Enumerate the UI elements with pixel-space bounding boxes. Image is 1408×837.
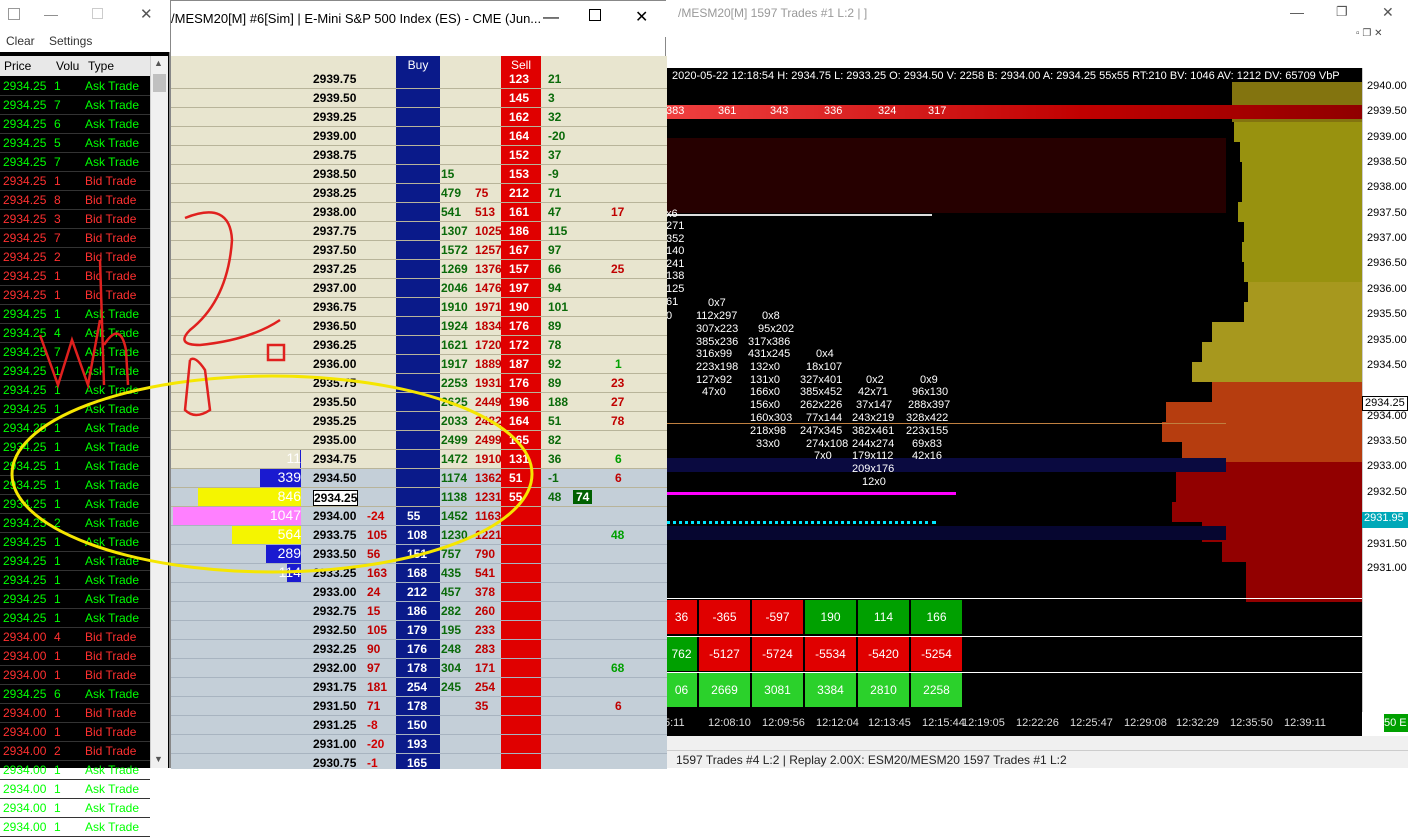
table-row[interactable]: 2934.00 1 Ask Trade: [0, 780, 150, 799]
type-cell: Ask Trade: [85, 820, 140, 834]
table-row[interactable]: 2934.00 1 Ask Trade: [0, 818, 150, 837]
annotation-overlay: [10, 211, 534, 574]
price-cell: 2934.00: [3, 782, 47, 796]
type-cell: Ask Trade: [85, 801, 140, 815]
volume-cell: 1: [54, 820, 61, 834]
volume-cell: 1: [54, 782, 61, 796]
price-cell: 2934.00: [3, 801, 47, 815]
volume-cell: 1: [54, 801, 61, 815]
type-cell: Ask Trade: [85, 782, 140, 796]
table-row[interactable]: 2934.00 1 Ask Trade: [0, 799, 150, 818]
price-cell: 2934.00: [3, 820, 47, 834]
yellow-circle-annotation: [10, 374, 534, 574]
